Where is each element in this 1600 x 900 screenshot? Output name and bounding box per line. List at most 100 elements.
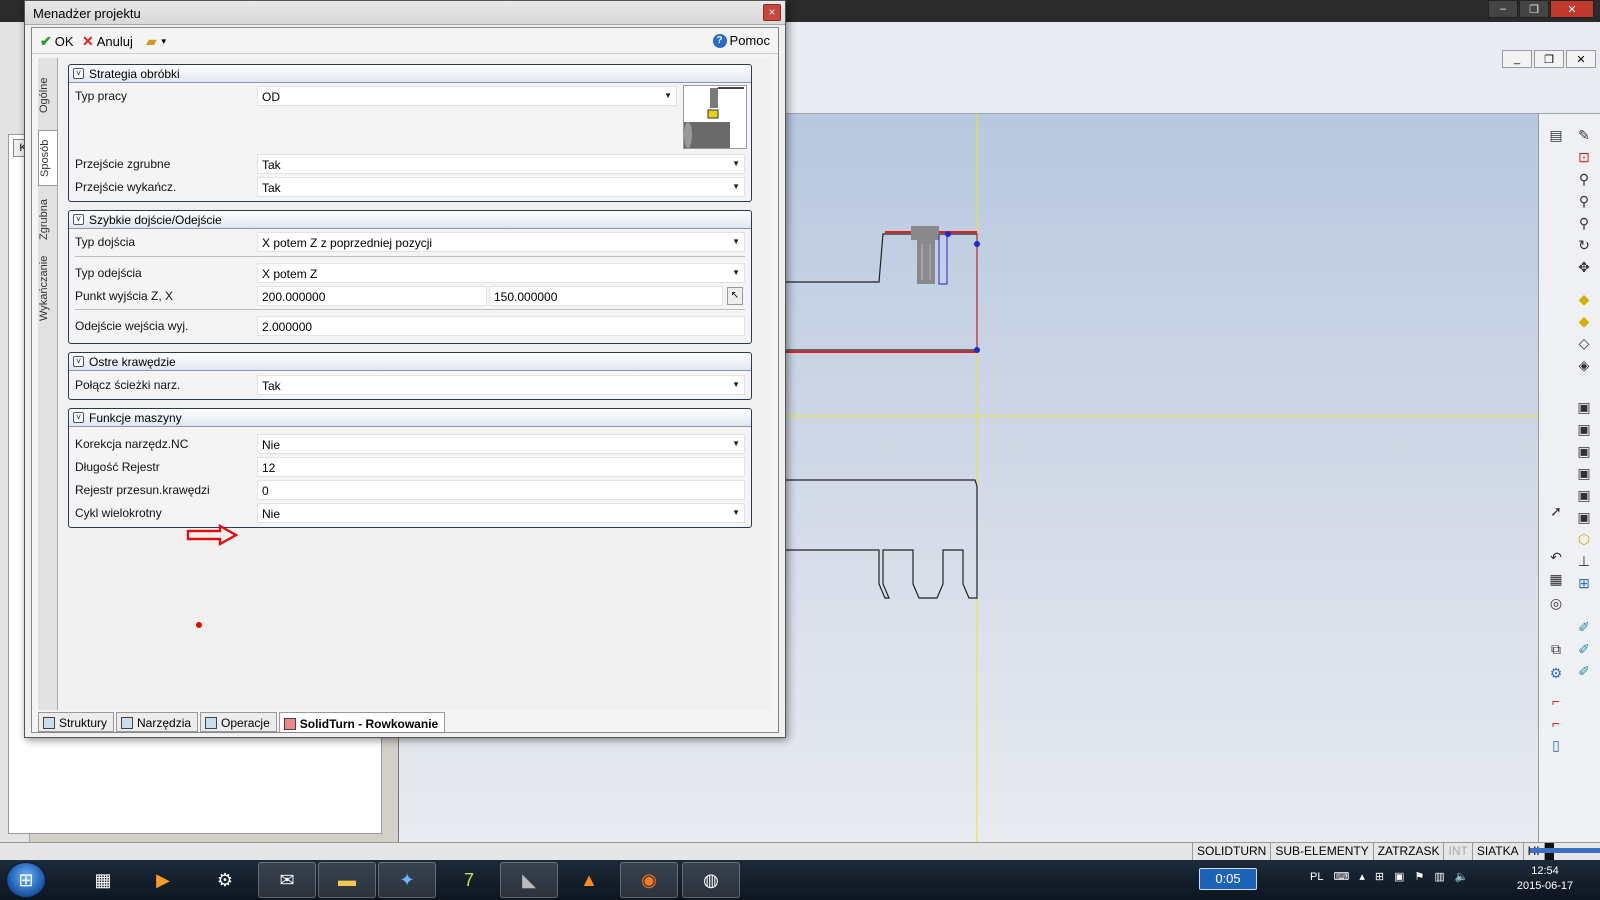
tool2-icon[interactable]: ⌐ [1547, 714, 1565, 732]
sketch-icon[interactable]: ✐ [1575, 618, 1593, 636]
taskbar-7zip-icon[interactable]: 7 [440, 862, 498, 898]
part-icon[interactable]: ⧉ [1547, 640, 1565, 658]
grid-icon[interactable]: ⊞ [1575, 574, 1593, 592]
status-int[interactable]: INT [1443, 843, 1471, 861]
language-indicator[interactable]: PL [1310, 871, 1323, 883]
tab-operations[interactable]: Operacje [200, 712, 277, 732]
pick-point-icon[interactable]: ↖ [727, 287, 743, 305]
recording-timer[interactable]: 0:05 [1199, 868, 1257, 890]
work-type-select[interactable]: OD [257, 86, 677, 106]
help-button[interactable]: ? Pomoc [712, 33, 770, 48]
collapse-icon[interactable]: ˅ [73, 214, 84, 225]
taskbar-explorer-icon[interactable]: ▬ [318, 862, 376, 898]
dialog-close-button[interactable]: × [763, 4, 781, 21]
tab-method[interactable]: Sposób [38, 130, 58, 186]
circle-icon[interactable]: ◎ [1547, 594, 1565, 612]
view-back-icon[interactable]: ▣ [1575, 420, 1593, 438]
mdi-close-button[interactable]: ✕ [1566, 50, 1596, 68]
keyboard-icon[interactable]: ⌨ [1333, 870, 1349, 883]
windows-flag-icon[interactable]: ⊞ [1375, 870, 1384, 883]
view-top-icon[interactable]: ▣ [1575, 486, 1593, 504]
taskbar-vlc-icon[interactable]: ▲ [560, 862, 618, 898]
normal-view-icon[interactable]: ⊥ [1575, 552, 1593, 570]
app-restore-button[interactable]: ❐ [1519, 0, 1549, 18]
collapse-icon[interactable]: ˅ [73, 412, 84, 423]
exit-point-x-input[interactable]: 150.000000 [489, 286, 723, 306]
app-minimize-button[interactable]: – [1488, 0, 1518, 18]
mdi-restore-button[interactable]: ❐ [1534, 50, 1564, 68]
length-register-input[interactable]: 12 [257, 457, 745, 477]
tab-rough[interactable]: Zgrubna [38, 192, 58, 248]
undo-icon[interactable]: ↶ [1547, 548, 1565, 566]
view-left-icon[interactable]: ▣ [1575, 442, 1593, 460]
tab-finish[interactable]: Wykańczanie [38, 252, 58, 324]
retract-type-select[interactable]: X potem Z [257, 263, 745, 283]
tool-icon[interactable]: ⌐ [1547, 692, 1565, 710]
rotate-icon[interactable]: ↻ [1575, 236, 1593, 254]
hidden-line-icon[interactable]: ◈ [1575, 356, 1593, 374]
cancel-button[interactable]: ✕ Anuluj [82, 33, 133, 50]
approach-type-select[interactable]: X potem Z z poprzedniej pozycji [257, 232, 745, 252]
approach-distance-input[interactable]: 2.000000 [257, 316, 745, 336]
view-bottom-icon[interactable]: ▣ [1575, 508, 1593, 526]
taskbar-firefox-icon[interactable]: ◉ [620, 862, 678, 898]
section-strategy-header[interactable]: ˅ Strategia obróbki [69, 65, 751, 83]
sketch2-icon[interactable]: ✐ [1575, 640, 1593, 658]
exit-point-z-input[interactable]: 200.000000 [257, 286, 487, 306]
clock[interactable]: 12:54 2015-06-17 [1512, 864, 1578, 894]
folder-menu-button[interactable]: ▰ ▼ [146, 33, 168, 50]
tray-expand-icon[interactable]: ▴ [1359, 870, 1365, 883]
sketch3-icon[interactable]: ✐ [1575, 662, 1593, 680]
status-snap[interactable]: ZATRZASK [1372, 843, 1444, 861]
view-iso-icon[interactable]: ⬡ [1575, 530, 1593, 548]
layers-icon[interactable]: ▦ [1547, 570, 1565, 588]
pan-icon[interactable]: ✥ [1575, 258, 1593, 276]
volume-icon[interactable]: 🔈 [1455, 870, 1469, 883]
status-grid[interactable]: SIATKA [1471, 843, 1523, 861]
section-edges-header[interactable]: ˅ Ostre krawędzie [69, 353, 751, 371]
section-machine-header[interactable]: ˅ Funkcje maszyny [69, 409, 751, 427]
tab-tools[interactable]: Narzędzia [116, 712, 199, 732]
collapse-icon[interactable]: ˅ [73, 356, 84, 367]
select-icon[interactable]: ➚ [1547, 502, 1565, 520]
ok-button[interactable]: ✔ OK [40, 33, 74, 50]
network-icon[interactable]: ▥ [1434, 870, 1444, 883]
taskbar-app-icon[interactable]: ◣ [500, 862, 558, 898]
taskbar-settings-icon[interactable]: ⚙ [196, 862, 254, 898]
status-solidturn[interactable]: SOLIDTURN [1192, 843, 1270, 861]
zoom-box-icon[interactable]: ⊡ [1575, 148, 1593, 166]
taskbar-calculator-icon[interactable]: ▦ [74, 862, 132, 898]
taskbar-solidcam-icon[interactable]: ✦ [378, 862, 436, 898]
shaded-edges-icon[interactable]: ◆ [1575, 312, 1593, 330]
view-front-icon[interactable]: ▣ [1575, 398, 1593, 416]
rough-pass-select[interactable]: Tak [257, 154, 745, 174]
link-toolpaths-select[interactable]: Tak [257, 375, 745, 395]
finish-pass-select[interactable]: Tak [257, 177, 745, 197]
taskbar-media-player-icon[interactable]: ▶ [134, 862, 192, 898]
stock-icon[interactable]: ▯ [1547, 736, 1565, 754]
section-approach-header[interactable]: ˅ Szybkie dojście/Odejście [69, 211, 751, 229]
taskbar-recorder-icon[interactable]: ◍ [682, 862, 740, 898]
tab-general[interactable]: Ogólne [38, 64, 58, 126]
machine-icon[interactable]: ⚙ [1547, 664, 1565, 682]
multiple-cycle-select[interactable]: Nie [257, 503, 745, 523]
view-right-icon[interactable]: ▣ [1575, 464, 1593, 482]
zoom-out-icon[interactable]: ⚲ [1575, 192, 1593, 210]
dialog-title-bar[interactable]: Menadżer projektu × [25, 1, 785, 25]
tray-app-icon[interactable]: ▣ [1394, 870, 1404, 883]
mdi-minimize-button[interactable]: _ [1502, 50, 1532, 68]
action-center-icon[interactable]: ⚑ [1415, 870, 1425, 883]
status-sub-elements[interactable]: SUB-ELEMENTY [1270, 843, 1372, 861]
toolbar-icon-1[interactable]: ▤ [1547, 126, 1565, 144]
zoom-fit-icon[interactable]: ⚲ [1575, 214, 1593, 232]
start-button[interactable]: ⊞ [6, 862, 46, 898]
paint-icon[interactable]: ✎ [1575, 126, 1593, 144]
tab-structures[interactable]: Struktury [38, 712, 115, 732]
zoom-icon[interactable]: ⚲ [1575, 170, 1593, 188]
tab-solidturn-grooving[interactable]: SolidTurn - Rowkowanie [278, 712, 446, 732]
shaded-icon[interactable]: ◆ [1575, 290, 1593, 308]
app-close-button[interactable]: ✕ [1550, 0, 1594, 18]
taskbar-thunderbird-icon[interactable]: ✉ [258, 862, 316, 898]
wireframe-icon[interactable]: ◇ [1575, 334, 1593, 352]
nc-compensation-select[interactable]: Nie [257, 434, 745, 454]
